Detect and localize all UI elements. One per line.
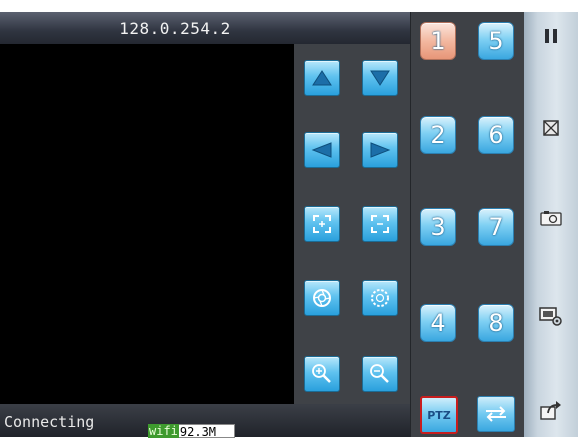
tilt-up-button[interactable] [304, 60, 340, 96]
exit-button[interactable] [536, 396, 566, 424]
frame-expand-icon [313, 215, 331, 233]
magnify-plus-button[interactable] [304, 356, 340, 392]
network-indicator: wifi 92.3M [148, 424, 236, 439]
pause-button[interactable] [536, 22, 566, 50]
stop-icon [543, 120, 559, 136]
wifi-label: wifi [148, 424, 179, 438]
frame-shrink-icon [371, 215, 389, 233]
preset-label: 3 [430, 213, 446, 241]
preset-6-button[interactable]: 6 [478, 116, 514, 154]
zoom-out-frame-button[interactable] [362, 206, 398, 242]
tilt-down-button[interactable] [362, 60, 398, 96]
focus-near-button[interactable] [304, 280, 340, 316]
snapshot-icon [540, 211, 562, 226]
preset-7-button[interactable]: 7 [478, 208, 514, 246]
preset-label: 7 [488, 213, 504, 241]
preset-label: 1 [430, 27, 446, 55]
triangle-left-icon [311, 142, 332, 158]
stop-button[interactable] [536, 114, 566, 142]
camera-ip-address: 128.0.254.2 [119, 18, 231, 38]
magnify-minus-button[interactable] [362, 356, 398, 392]
swap-button[interactable] [477, 396, 515, 432]
preset-label: 6 [488, 121, 504, 149]
preset-label: 2 [430, 121, 446, 149]
zoom-in-frame-button[interactable] [304, 206, 340, 242]
video-display[interactable] [0, 44, 294, 404]
status-bar: Connecting wifi 92.3M [0, 404, 410, 439]
preset-2-button[interactable]: 2 [420, 116, 456, 154]
preset-5-button[interactable]: 5 [478, 22, 514, 60]
connection-status-text: Connecting [4, 413, 95, 431]
pan-left-button[interactable] [304, 132, 340, 168]
preset-label: 5 [488, 27, 504, 55]
focus-far-button[interactable] [362, 280, 398, 316]
exit-icon [540, 401, 561, 420]
preset-3-button[interactable]: 3 [420, 208, 456, 246]
preset-8-button[interactable]: 8 [478, 304, 514, 342]
magnify-plus-icon [312, 364, 331, 383]
title-bar: 128.0.254.2 [0, 12, 410, 44]
triangle-down-icon [370, 70, 390, 86]
preset-panel: 1 5 2 6 3 7 4 8 PTZ [410, 12, 525, 437]
snapshot-button[interactable] [536, 204, 566, 232]
preset-label: 4 [430, 309, 446, 337]
action-sidebar [524, 12, 578, 437]
ptz-button[interactable]: PTZ [420, 396, 458, 434]
aperture-dotted-icon [371, 289, 389, 307]
swap-arrows-icon [486, 406, 506, 422]
pause-icon [545, 29, 557, 43]
triangle-right-icon [370, 142, 391, 158]
data-rate: 92.3M [178, 424, 236, 439]
preset-1-button[interactable]: 1 [420, 22, 456, 60]
aperture-icon [313, 289, 331, 307]
ptz-button-label: PTZ [427, 408, 451, 422]
record-settings-icon [539, 307, 562, 326]
ptz-control-panel [294, 44, 410, 404]
magnify-minus-icon [370, 364, 389, 383]
preset-4-button[interactable]: 4 [420, 304, 456, 342]
pan-right-button[interactable] [362, 132, 398, 168]
triangle-up-icon [312, 70, 332, 86]
record-settings-button[interactable] [536, 302, 566, 330]
preset-label: 8 [488, 309, 504, 337]
